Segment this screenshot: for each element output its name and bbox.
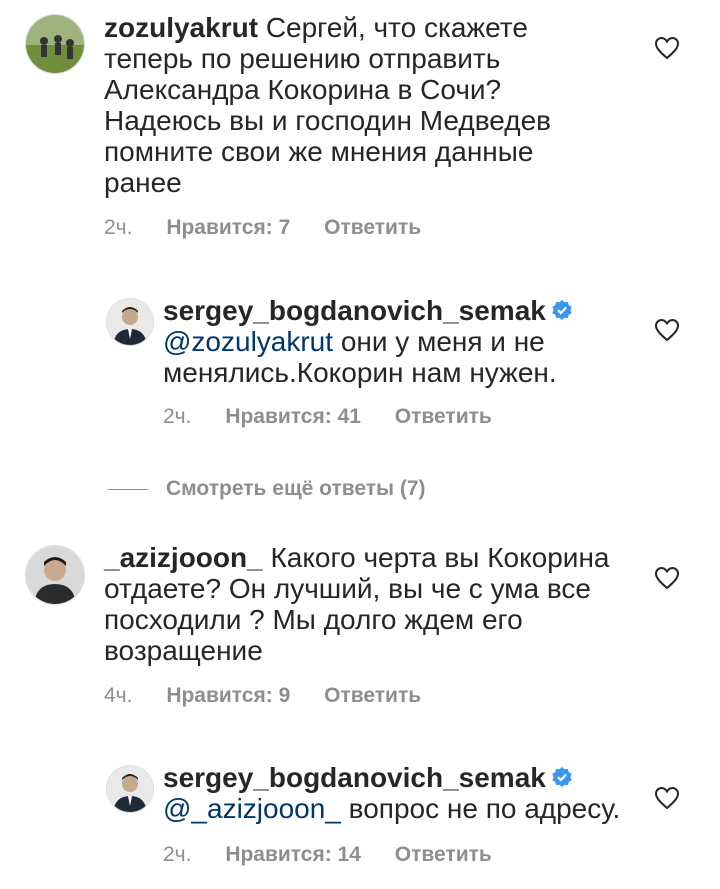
comment-line: Надеюсь вы и господин Медведев bbox=[104, 105, 552, 136]
likes-count[interactable]: Нравится: 9 bbox=[166, 684, 290, 707]
comment-line: возращение bbox=[104, 635, 263, 666]
divider bbox=[108, 488, 148, 490]
comment-username[interactable]: zozulyakrut bbox=[104, 12, 258, 43]
likes-count[interactable]: Нравится: 14 bbox=[225, 843, 361, 866]
reply-button[interactable]: Ответить bbox=[395, 843, 492, 866]
likes-count[interactable]: Нравится: 7 bbox=[166, 216, 290, 239]
comment-time: 2ч. bbox=[163, 843, 192, 866]
comment-username[interactable]: _azizjooon_ bbox=[104, 542, 263, 573]
heart-icon[interactable] bbox=[654, 318, 680, 342]
comment-line: отдаете? Он лучший, вы че с ума все bbox=[104, 573, 592, 604]
avatar-image bbox=[107, 299, 153, 345]
comment-text: sergey_bogdanovich_semak @_azizjooon_ во… bbox=[163, 762, 643, 824]
comment-text: zozulyakrut Сергей, что скажете теперь п… bbox=[104, 12, 664, 198]
avatar-zozulyakrut[interactable] bbox=[25, 14, 85, 74]
avatar-image bbox=[107, 766, 153, 812]
comment-text: _azizjooon_ Какого черта вы Кокорина отд… bbox=[104, 542, 664, 666]
mention-link[interactable]: @_azizjooon_ bbox=[163, 793, 341, 824]
comment-line: Какого черта вы Кокорина bbox=[270, 542, 610, 573]
comment-line: помните свои же мнения данные bbox=[104, 136, 534, 167]
reply-button[interactable]: Ответить bbox=[395, 405, 492, 428]
comment-line: менялись.Кокорин нам нужен. bbox=[163, 357, 557, 388]
comment-line: вопрос не по адресу. bbox=[348, 793, 621, 824]
comment-meta: 2ч. Нравится: 7 Ответить bbox=[104, 216, 449, 240]
avatar-image bbox=[26, 15, 84, 73]
comment-time: 4ч. bbox=[104, 684, 133, 707]
verified-badge-icon bbox=[552, 299, 572, 320]
comment-time: 2ч. bbox=[163, 405, 192, 428]
reply-button[interactable]: Ответить bbox=[324, 216, 421, 239]
comment-line: посходили ? Мы долго ждем его bbox=[104, 604, 523, 635]
comment-username[interactable]: sergey_bogdanovich_semak bbox=[163, 295, 546, 326]
heart-icon[interactable] bbox=[654, 786, 680, 810]
comment-meta: 2ч. Нравится: 41 Ответить bbox=[163, 405, 520, 429]
heart-icon[interactable] bbox=[654, 36, 680, 60]
comment-line: ранее bbox=[104, 167, 182, 198]
comment-time: 2ч. bbox=[104, 216, 133, 239]
comment-username[interactable]: sergey_bogdanovich_semak bbox=[163, 762, 546, 793]
comment-line: они у меня и не bbox=[340, 326, 545, 357]
avatar-azizjooon[interactable] bbox=[25, 545, 85, 605]
likes-count[interactable]: Нравится: 41 bbox=[225, 405, 361, 428]
avatar-sergey[interactable] bbox=[106, 298, 154, 346]
heart-icon[interactable] bbox=[654, 566, 680, 590]
comment-line: Александра Кокорина в Сочи? bbox=[104, 74, 502, 105]
verified-badge-icon bbox=[552, 766, 572, 787]
avatar-sergey[interactable] bbox=[106, 765, 154, 813]
comment-line: теперь по решению отправить bbox=[104, 43, 501, 74]
view-more-replies-button[interactable]: Смотреть ещё ответы (7) bbox=[108, 477, 426, 501]
view-replies-label: Смотреть ещё ответы (7) bbox=[166, 477, 426, 500]
reply-button[interactable]: Ответить bbox=[324, 684, 421, 707]
comment-meta: 4ч. Нравится: 9 Ответить bbox=[104, 684, 449, 708]
mention-link[interactable]: @zozulyakrut bbox=[163, 326, 333, 357]
comment-line: Сергей, что скажете bbox=[265, 12, 528, 43]
avatar-image bbox=[26, 546, 84, 604]
comment-text: sergey_bogdanovich_semak @zozulyakrut он… bbox=[163, 295, 643, 388]
comment-meta: 2ч. Нравится: 14 Ответить bbox=[163, 843, 520, 867]
